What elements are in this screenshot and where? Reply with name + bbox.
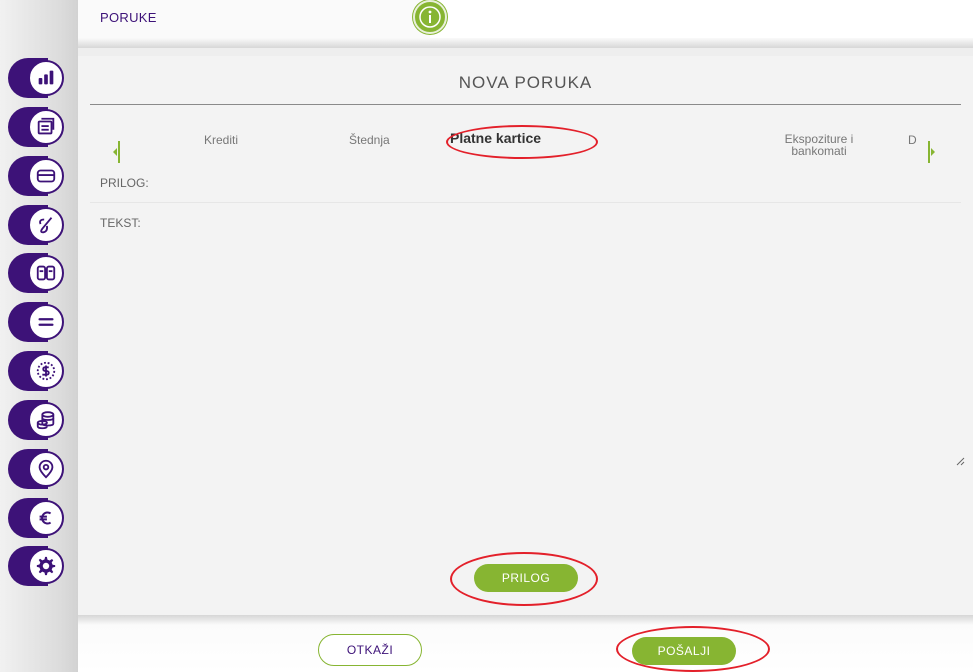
exchange-devices-icon xyxy=(28,255,64,291)
prilog-label: PRILOG: xyxy=(100,176,149,190)
settings-gear-icon xyxy=(28,548,64,584)
location-pin-icon xyxy=(28,451,64,487)
sidebar xyxy=(0,0,78,672)
category-krediti[interactable]: Krediti xyxy=(204,133,238,147)
transfer-icon xyxy=(28,304,64,340)
sidebar-item-coins[interactable] xyxy=(8,400,70,440)
footer-bar: OTKAŽI POŠALJI xyxy=(78,615,973,672)
sidebar-item-loans[interactable] xyxy=(8,205,70,245)
sidebar-item-exchange[interactable] xyxy=(8,253,70,293)
sidebar-item-settings[interactable] xyxy=(8,546,70,586)
sidebar-item-cards[interactable] xyxy=(8,156,70,196)
category-platne-kartice[interactable]: Platne kartice xyxy=(450,130,541,146)
message-text-area[interactable] xyxy=(100,206,969,474)
new-message-panel: NOVA PORUKA Krediti Štednja Platne karti… xyxy=(78,56,973,615)
savings-dollar-icon xyxy=(28,353,64,389)
category-ekspoziture[interactable]: Ekspoziture i bankomati xyxy=(764,133,874,157)
info-button[interactable] xyxy=(413,0,447,34)
chevron-left-icon[interactable] xyxy=(108,141,120,163)
sidebar-item-locations[interactable] xyxy=(8,449,70,489)
resize-grip-icon[interactable] xyxy=(955,456,965,466)
chevron-right-icon[interactable] xyxy=(928,141,940,163)
cancel-button[interactable]: OTKAŽI xyxy=(318,634,422,666)
sidebar-item-currency[interactable] xyxy=(8,498,70,538)
top-bar: PORUKE xyxy=(78,0,973,48)
sidebar-item-payments[interactable] xyxy=(8,107,70,147)
coins-icon xyxy=(28,402,64,438)
payments-icon xyxy=(28,109,64,145)
accounts-chart-icon xyxy=(28,60,64,96)
sidebar-item-accounts[interactable] xyxy=(8,58,70,98)
category-next-partial[interactable]: D xyxy=(908,133,917,147)
panel-title: NOVA PORUKA xyxy=(458,73,593,92)
category-stednja[interactable]: Štednja xyxy=(349,133,390,147)
sidebar-item-savings[interactable] xyxy=(8,351,70,391)
card-icon xyxy=(28,158,64,194)
sidebar-item-transfer[interactable] xyxy=(8,302,70,342)
send-button[interactable]: POŠALJI xyxy=(632,637,736,665)
info-icon xyxy=(419,6,441,28)
prilog-divider xyxy=(90,202,961,203)
title-divider xyxy=(90,104,961,105)
attach-button[interactable]: PRILOG xyxy=(474,564,578,592)
page-title: PORUKE xyxy=(100,10,157,25)
euro-icon xyxy=(28,500,64,536)
loan-signature-icon xyxy=(28,207,64,243)
